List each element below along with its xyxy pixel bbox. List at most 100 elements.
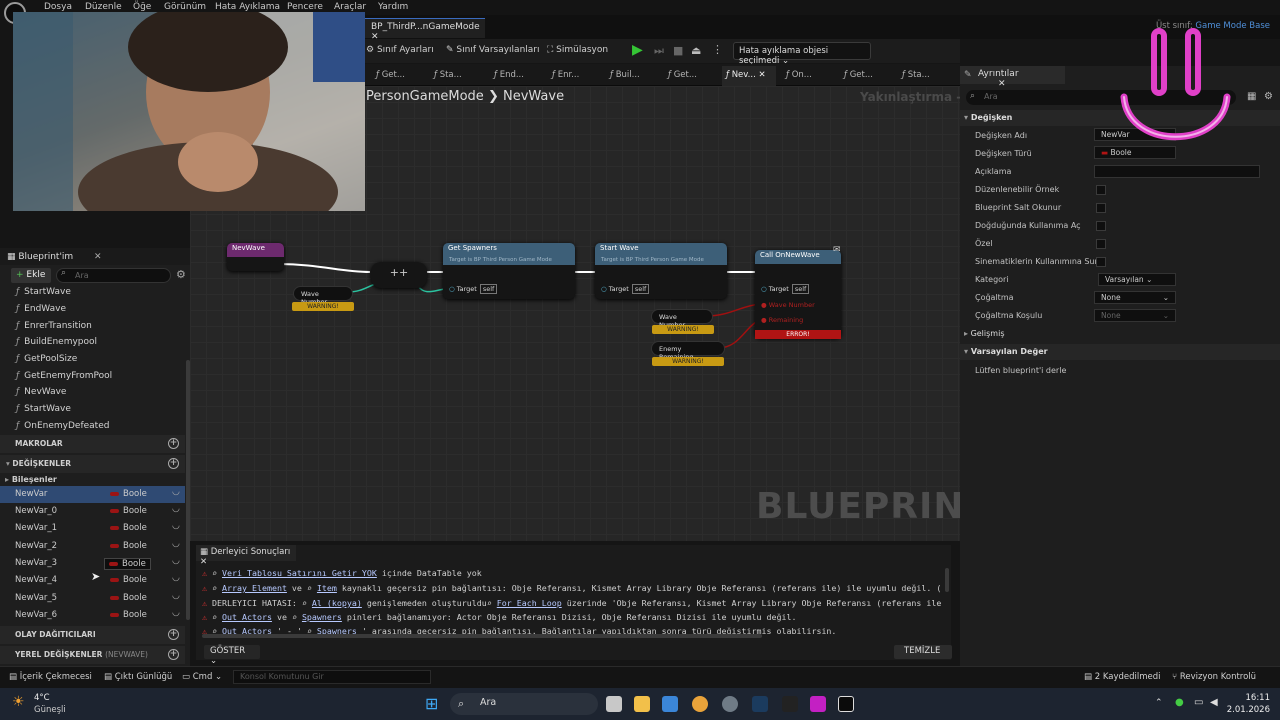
variable-type[interactable]: Boole xyxy=(110,523,147,533)
debug-object-select[interactable]: Hata ayıklama objesi seçilmedi ⌄ xyxy=(733,42,871,66)
close-icon[interactable]: ✕ xyxy=(998,79,1006,89)
function-tab-active[interactable]: ƒ Nev... ✕ xyxy=(722,66,776,86)
target-pin[interactable]: ○ Target self xyxy=(761,284,810,294)
function-tab[interactable]: ƒ End... xyxy=(494,70,524,80)
gear-icon[interactable]: ⚙ xyxy=(176,268,186,281)
asset-tab[interactable]: BP_ThirdP...nGameMode ✕ xyxy=(365,18,485,42)
taskbar-search[interactable]: Ara xyxy=(450,693,598,715)
add-local-variable-icon[interactable]: + xyxy=(168,649,179,660)
function-item[interactable]: ƒ NevWave xyxy=(16,387,66,397)
description-input[interactable] xyxy=(1094,165,1260,178)
results-vertical-scrollbar[interactable] xyxy=(945,568,949,592)
wave-number-pin[interactable]: ● Wave Number xyxy=(761,301,815,309)
results-horizontal-scrollbar[interactable] xyxy=(202,634,762,638)
function-tab[interactable]: ƒ Get... xyxy=(376,70,405,80)
unreal-engine-icon[interactable] xyxy=(838,696,854,712)
add-button[interactable]: + Ekle xyxy=(11,268,51,283)
output-log-button[interactable]: ▤ Çıktı Günlüğü xyxy=(104,672,172,682)
variable-row[interactable]: NewVar_6 Boole ◡ xyxy=(0,607,185,624)
close-icon[interactable]: ✕ xyxy=(200,557,207,567)
message-link[interactable]: Veri Tablosu Satırını Getir YOK xyxy=(222,568,377,578)
menu-window[interactable]: Pencere xyxy=(287,2,323,12)
target-pin[interactable]: ○ Target self xyxy=(601,284,650,294)
unsaved-button[interactable]: ▤ 2 Kaydedilmedi xyxy=(1084,672,1161,682)
readonly-checkbox[interactable] xyxy=(1096,203,1106,213)
epic-games-icon[interactable] xyxy=(782,696,798,712)
eye-icon[interactable]: ◡ xyxy=(172,487,180,497)
function-item[interactable]: ƒ GetPoolSize xyxy=(16,354,77,364)
compiler-results-tab[interactable]: ▦ Derleyici Sonuçları ✕ xyxy=(196,545,296,567)
function-item[interactable]: ƒ EndWave xyxy=(16,304,66,314)
store-icon[interactable] xyxy=(662,696,678,712)
message-link[interactable]: Out Actors xyxy=(222,612,272,622)
variable-row[interactable]: NewVar_0 Boole ◡ xyxy=(0,503,185,520)
function-tab[interactable]: ƒ Buil... xyxy=(610,70,640,80)
panel-scrollbar[interactable] xyxy=(186,360,190,620)
cmd-button[interactable]: ▭ Cmd ⌄ xyxy=(182,672,222,682)
function-item[interactable]: ƒ StartWave xyxy=(16,404,71,414)
remaining-pin[interactable]: ● Remaining xyxy=(761,316,803,324)
message-link[interactable]: For Each Loop xyxy=(497,598,562,608)
show-button[interactable]: GÖSTER ⌄ xyxy=(204,645,260,666)
eye-icon[interactable]: ◡ xyxy=(172,556,180,566)
gear-icon[interactable]: ⚙ xyxy=(1264,91,1273,102)
cinematics-checkbox[interactable] xyxy=(1096,257,1106,267)
blueprint-search-input[interactable]: Ara xyxy=(56,268,171,283)
variable-row[interactable]: NewVar_5 Boole ◡ xyxy=(0,590,185,607)
taskbar-date[interactable]: 2.01.2026 xyxy=(1214,705,1270,715)
clear-button[interactable]: TEMİZLE xyxy=(894,645,952,659)
variable-row[interactable]: NewVar_2 Boole ◡ xyxy=(0,538,185,555)
menu-edit[interactable]: Düzenle xyxy=(85,2,122,12)
editable-checkbox[interactable] xyxy=(1096,185,1106,195)
play-icon[interactable]: ▶ xyxy=(632,42,643,58)
eye-icon[interactable]: ◡ xyxy=(172,608,180,618)
task-view-icon[interactable] xyxy=(606,696,622,712)
call-onnewwave-node[interactable]: Call OnNewWave ○ Target self ● Wave Numbe… xyxy=(755,250,841,338)
variable-type[interactable]: Boole xyxy=(110,541,147,551)
local-variables-section[interactable]: YEREL DEĞİŞKENLER (NEVWAVE) + xyxy=(0,646,185,664)
variable-row[interactable]: NewVar_1 Boole ◡ xyxy=(0,520,185,537)
simulation-button[interactable]: ⛶ Simülasyon xyxy=(547,45,608,55)
message-link[interactable]: Array Element xyxy=(222,583,287,593)
weather-temperature[interactable]: 4°C xyxy=(34,693,50,703)
add-macro-icon[interactable]: + xyxy=(168,438,179,449)
function-tab[interactable]: ƒ Sta... xyxy=(902,70,930,80)
details-tab[interactable]: Ayrıntılar ✕ xyxy=(960,66,1065,89)
function-tab[interactable]: ƒ On... xyxy=(786,70,812,80)
eye-icon[interactable]: ◡ xyxy=(172,504,180,514)
network-icon[interactable]: ▭ xyxy=(1194,697,1203,708)
variable-type-dropdown[interactable]: Boole xyxy=(104,558,151,570)
add-variable-icon[interactable]: + xyxy=(168,458,179,469)
menu-file[interactable]: Dosya xyxy=(44,2,72,12)
function-item[interactable]: ƒ EnrerTransition xyxy=(16,321,92,331)
menu-debug[interactable]: Hata Ayıklama xyxy=(215,2,280,12)
steam-icon[interactable] xyxy=(752,696,768,712)
windows-start-icon[interactable]: ⊞ xyxy=(425,694,438,713)
rep-condition-select[interactable]: None ⌄ xyxy=(1094,309,1176,322)
menu-help[interactable]: Yardım xyxy=(378,2,408,12)
target-pin[interactable]: ○ Target self xyxy=(449,284,498,294)
advanced-section-header[interactable]: ▸ Gelişmiş xyxy=(960,326,1280,342)
eye-icon[interactable]: ◡ xyxy=(172,591,180,601)
tray-chevron-icon[interactable]: ⌃ xyxy=(1155,698,1163,708)
taskbar-time[interactable]: 16:11 xyxy=(1226,693,1271,703)
event-dispatchers-section[interactable]: OLAY DAĞITICILARI + xyxy=(0,626,185,644)
revision-control-button[interactable]: ⑂ Revizyon Kontrolü xyxy=(1172,672,1256,682)
close-icon[interactable]: ✕ xyxy=(94,252,102,262)
menu-asset[interactable]: Öğe xyxy=(133,2,151,12)
close-icon[interactable]: ✕ xyxy=(758,70,765,80)
weather-icon[interactable]: ☀ xyxy=(12,694,25,710)
add-dispatcher-icon[interactable]: + xyxy=(168,629,179,640)
variables-section[interactable]: ▾ DEĞİŞKENLER + xyxy=(0,455,185,473)
purple-app-icon[interactable] xyxy=(810,696,826,712)
message-link[interactable]: Spawners xyxy=(317,626,357,634)
eye-icon[interactable]: ◡ xyxy=(172,573,180,583)
function-item[interactable]: ƒ BuildEnemypool xyxy=(16,337,97,347)
expose-spawn-checkbox[interactable] xyxy=(1096,221,1106,231)
variable-type[interactable]: Boole xyxy=(110,575,147,585)
menu-tools[interactable]: Araçlar xyxy=(334,2,366,12)
default-value-section-header[interactable]: ▾ Varsayılan Değer xyxy=(960,344,1280,360)
message-link[interactable]: Out Actors xyxy=(222,626,272,634)
microphone-icon[interactable]: ● xyxy=(1175,697,1184,708)
more-options-icon[interactable]: ⋮ xyxy=(712,43,723,56)
